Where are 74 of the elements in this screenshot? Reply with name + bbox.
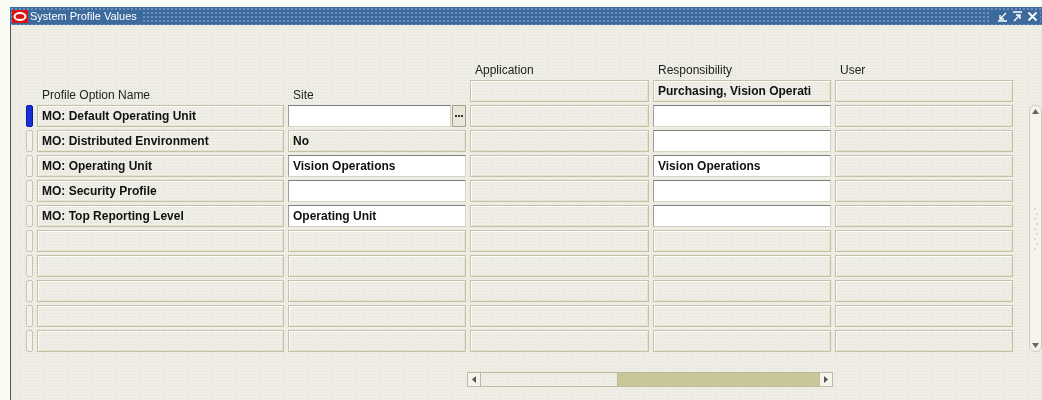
value-field[interactable]	[653, 330, 831, 352]
value-field[interactable]	[835, 230, 1013, 252]
profile-option-name[interactable]	[37, 280, 284, 302]
value-field[interactable]	[288, 180, 466, 202]
value-field[interactable]	[470, 230, 649, 252]
value-field[interactable]	[835, 105, 1013, 127]
context-field[interactable]	[470, 80, 649, 102]
value-field[interactable]	[470, 255, 649, 277]
value-field[interactable]: No	[288, 130, 466, 152]
scroll-up-icon[interactable]	[1032, 109, 1039, 114]
right-arrow-icon	[824, 376, 828, 383]
profile-option-name[interactable]	[37, 330, 284, 352]
vertical-scrollbar[interactable]	[1029, 105, 1042, 352]
profile-option-name[interactable]: MO: Operating Unit	[37, 155, 284, 177]
value-field[interactable]	[470, 305, 649, 327]
context-field[interactable]	[835, 80, 1013, 102]
scroll-down-icon[interactable]	[1032, 343, 1039, 348]
column-header: User	[839, 63, 867, 77]
value-field[interactable]: Operating Unit	[288, 205, 466, 227]
value-field[interactable]	[653, 105, 831, 127]
value-field[interactable]	[653, 230, 831, 252]
value-field[interactable]	[835, 180, 1013, 202]
profile-option-name[interactable]	[37, 255, 284, 277]
profile-option-name[interactable]: MO: Security Profile	[37, 180, 284, 202]
horizontal-scrollbar[interactable]	[467, 372, 833, 387]
profile-option-name[interactable]: MO: Default Operating Unit	[37, 105, 284, 127]
close-icon[interactable]	[1027, 10, 1038, 22]
value-field[interactable]	[288, 305, 466, 327]
profile-option-name[interactable]: MO: Top Reporting Level	[37, 205, 284, 227]
column-header: Responsibility	[657, 63, 734, 77]
value-field[interactable]	[653, 205, 831, 227]
value-field[interactable]	[470, 180, 649, 202]
value-field[interactable]	[470, 155, 649, 177]
value-field[interactable]	[653, 130, 831, 152]
value-field[interactable]	[470, 205, 649, 227]
context-field[interactable]: Purchasing, Vision Operati	[653, 80, 831, 102]
value-field[interactable]	[470, 330, 649, 352]
value-field[interactable]	[288, 255, 466, 277]
minimize-icon[interactable]	[997, 10, 1008, 22]
value-field[interactable]: Vision Operations	[653, 155, 831, 177]
window-title: System Profile Values	[28, 10, 143, 22]
scroll-right-button[interactable]	[819, 373, 832, 386]
list-button[interactable]	[452, 105, 466, 127]
profile-option-name[interactable]	[37, 230, 284, 252]
value-field[interactable]	[470, 130, 649, 152]
column-header: Application	[474, 63, 535, 77]
maximize-icon[interactable]	[1012, 10, 1023, 22]
value-field[interactable]	[835, 330, 1013, 352]
profile-option-name[interactable]	[37, 305, 284, 327]
row-indicator[interactable]	[26, 105, 33, 127]
column-header: Profile Option Name	[41, 88, 152, 102]
value-field[interactable]	[653, 180, 831, 202]
scroll-left-button[interactable]	[468, 373, 481, 386]
value-field[interactable]: Vision Operations	[288, 155, 466, 177]
value-field[interactable]	[835, 205, 1013, 227]
value-field[interactable]	[653, 305, 831, 327]
value-field[interactable]	[288, 280, 466, 302]
value-field[interactable]	[470, 280, 649, 302]
value-field[interactable]	[835, 255, 1013, 277]
value-field[interactable]	[288, 230, 466, 252]
profile-option-name[interactable]: MO: Distributed Environment	[37, 130, 284, 152]
app-logo-icon	[12, 9, 28, 23]
value-field[interactable]	[288, 330, 466, 352]
value-field[interactable]	[835, 280, 1013, 302]
value-field[interactable]	[835, 305, 1013, 327]
value-field[interactable]	[653, 280, 831, 302]
value-field[interactable]	[653, 255, 831, 277]
value-field[interactable]	[288, 105, 451, 127]
left-arrow-icon	[472, 376, 476, 383]
column-header: Site	[292, 88, 315, 102]
value-field[interactable]	[470, 105, 649, 127]
value-field[interactable]	[835, 130, 1013, 152]
scroll-thumb[interactable]	[481, 373, 618, 386]
value-field[interactable]	[835, 155, 1013, 177]
